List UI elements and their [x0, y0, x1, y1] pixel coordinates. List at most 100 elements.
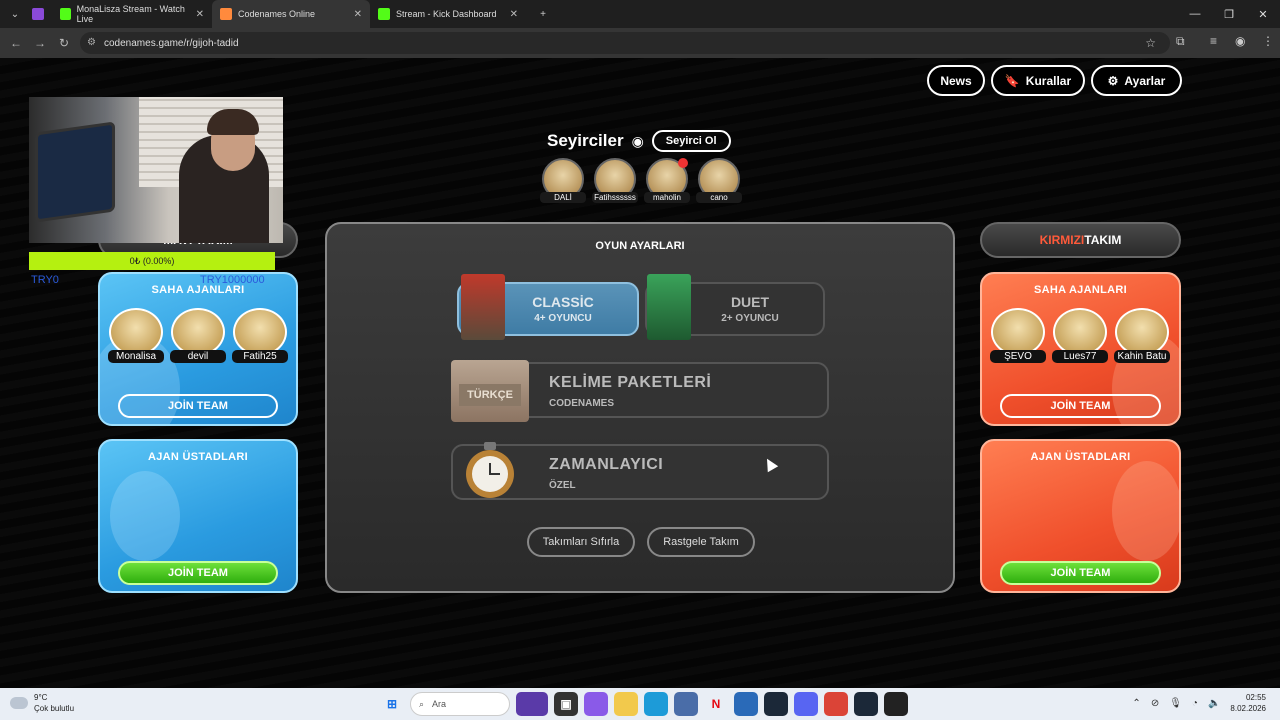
- chevron-up-icon[interactable]: ⌃: [1132, 698, 1140, 709]
- word-packs-title: KELİME PAKETLERİ: [549, 374, 712, 391]
- store-icon[interactable]: [674, 692, 698, 716]
- progress-text: 0₺ (0.00%): [129, 255, 175, 266]
- reset-teams-button[interactable]: Takımları Sıfırla: [527, 527, 635, 557]
- back-icon[interactable]: ←: [4, 36, 28, 50]
- red-join-field-button[interactable]: JOİN TEAM: [1000, 394, 1161, 418]
- news-button[interactable]: News: [927, 65, 985, 96]
- spectator-list: DALİ Fatihssssss maholin cano: [540, 158, 742, 203]
- tab-search-button[interactable]: ⌄: [6, 5, 24, 23]
- edge-icon[interactable]: [644, 692, 668, 716]
- profile-icon[interactable]: ◉: [1235, 34, 1245, 48]
- agent-avatar: Monalisa: [108, 308, 164, 363]
- red-team-title-red: KIRMIZI: [1039, 233, 1085, 247]
- file-explorer-icon[interactable]: [614, 692, 638, 716]
- settings-title: OYUN AYARLARI: [595, 240, 685, 252]
- tab-monalisza[interactable]: MonaLisza Stream - Watch Live ✕: [52, 0, 212, 28]
- wifi-icon[interactable]: ◔: [1192, 698, 1198, 709]
- weather-widget[interactable]: 9°C Çok bulutlu: [10, 692, 74, 714]
- discord-icon[interactable]: [794, 692, 818, 716]
- spectator-avatar: maholin: [644, 158, 690, 203]
- game-settings-panel: OYUN AYARLARI CLASSİC 4+ OYUNCU DUET 2+ …: [325, 222, 955, 593]
- system-tray: ⌃ ⊘ 🎙 ◔ 🔈 02:55 8.02.2026: [1132, 692, 1266, 714]
- menu-icon[interactable]: ⋮: [1262, 34, 1274, 48]
- microphone-icon[interactable]: 🎙: [1169, 698, 1182, 709]
- agent-name: Lues77: [1052, 350, 1108, 363]
- windows-start-icon[interactable]: ⊞: [380, 692, 404, 716]
- tab-kick-dashboard[interactable]: Stream - Kick Dashboard ✕: [370, 0, 526, 28]
- stopwatch-crown: [484, 442, 496, 450]
- spectators-title: Seyirciler: [547, 131, 624, 150]
- mode-players: 2+ OYUNCU: [721, 313, 779, 324]
- close-icon[interactable]: ✕: [196, 9, 204, 20]
- extensions-icon[interactable]: ⧉: [1176, 34, 1185, 49]
- agent-avatar: Kahin Batu: [1114, 308, 1170, 363]
- agent-name: Fatih25: [232, 350, 288, 363]
- blue-join-field-button[interactable]: JOİN TEAM: [118, 394, 278, 418]
- goal-end: TRY1000000: [200, 274, 265, 286]
- close-icon[interactable]: ✕: [510, 9, 518, 20]
- pinned-tab[interactable]: [24, 0, 52, 28]
- windows-taskbar: 9°C Çok bulutlu ⊞ ⌕ Ara ▣ N ⌃ ⊘ 🎙 ◔ 🔈 02…: [0, 688, 1280, 720]
- chrome-icon[interactable]: [824, 692, 848, 716]
- rules-button[interactable]: 🔖 Kurallar: [991, 65, 1085, 96]
- close-icon[interactable]: ✕: [354, 9, 362, 20]
- red-team-title-white: TAKIM: [1084, 233, 1122, 247]
- settings-button[interactable]: ⚙ Ayarlar: [1091, 65, 1182, 96]
- new-tab-button[interactable]: +: [534, 5, 552, 23]
- timer-value: ÖZEL: [549, 480, 576, 491]
- eye-icon: ◉: [631, 132, 644, 149]
- clock-date: 8.02.2026: [1230, 704, 1266, 713]
- search-icon: ⌕: [419, 698, 425, 709]
- spectator-avatar: DALİ: [540, 158, 586, 203]
- kick-icon: [378, 8, 390, 20]
- restore-icon[interactable]: ❐: [1212, 0, 1246, 28]
- steam-icon[interactable]: [854, 692, 878, 716]
- random-teams-button[interactable]: Rastgele Takım: [647, 527, 755, 557]
- weather-condition: Çok bulutlu: [34, 704, 75, 713]
- spectator-name: Fatihssssss: [592, 192, 638, 203]
- network-off-icon[interactable]: ⊘: [1151, 698, 1159, 709]
- widget-icon[interactable]: [516, 692, 548, 716]
- taskbar-clock[interactable]: 02:55 8.02.2026: [1230, 692, 1266, 714]
- tab-codenames[interactable]: Codenames Online ✕: [212, 0, 370, 28]
- task-view-icon[interactable]: ▣: [554, 692, 578, 716]
- red-field-agents-panel: SAHA AJANLARI ŞEVO Lues77 Kahin Batu JOİ…: [980, 272, 1181, 426]
- avatar: [991, 308, 1045, 356]
- bookmark-star-icon[interactable]: ☆: [1145, 36, 1156, 50]
- copilot-icon[interactable]: [584, 692, 608, 716]
- mode-name: CLASSİC: [532, 294, 594, 310]
- news-label: News: [940, 73, 972, 88]
- gear-icon: ⚙: [1107, 73, 1119, 88]
- volume-icon[interactable]: 🔈: [1208, 698, 1220, 709]
- stopwatch-hand: [490, 473, 500, 475]
- site-info-icon[interactable]: ⚙: [87, 37, 96, 48]
- heart-badge-icon: [678, 158, 688, 168]
- word-pack-box-image: TÜRKÇE: [451, 360, 529, 422]
- reload-icon[interactable]: ↻: [52, 36, 76, 50]
- vpn-icon[interactable]: [734, 692, 758, 716]
- forward-icon[interactable]: →: [28, 36, 52, 50]
- minimize-icon[interactable]: —: [1178, 0, 1212, 28]
- become-spectator-button[interactable]: Seyirci Ol: [651, 130, 731, 152]
- webcam-overlay: [29, 97, 283, 243]
- decor-silhouette: [110, 471, 180, 561]
- temperature: 9°C: [34, 693, 48, 702]
- url-bar[interactable]: ⚙ codenames.game/r/gijoh-tadid ☆: [80, 32, 1170, 54]
- codenames-icon: [220, 8, 232, 20]
- close-window-icon[interactable]: ✕: [1246, 0, 1280, 28]
- app-icon[interactable]: [884, 692, 908, 716]
- netflix-icon[interactable]: N: [704, 692, 728, 716]
- address-toolbar: ← → ↻ ⚙ codenames.game/r/gijoh-tadid ☆ ⧉…: [0, 28, 1280, 58]
- agent-name: Monalisa: [108, 350, 164, 363]
- blue-join-spymaster-button[interactable]: JOİN TEAM: [118, 561, 278, 585]
- panel-title: AJAN ÜSTADLARI: [148, 451, 248, 463]
- cloud-icon: [10, 697, 28, 709]
- taskbar-search[interactable]: ⌕ Ara: [410, 692, 510, 716]
- steam-icon[interactable]: [764, 692, 788, 716]
- red-join-spymaster-button[interactable]: JOİN TEAM: [1000, 561, 1161, 585]
- media-icon[interactable]: ≡: [1210, 34, 1217, 48]
- rules-label: Kurallar: [1025, 73, 1072, 88]
- spectator-avatar: Fatihssssss: [592, 158, 638, 203]
- panel-title: AJAN ÜSTADLARI: [1030, 451, 1131, 463]
- cam-hair: [207, 109, 259, 135]
